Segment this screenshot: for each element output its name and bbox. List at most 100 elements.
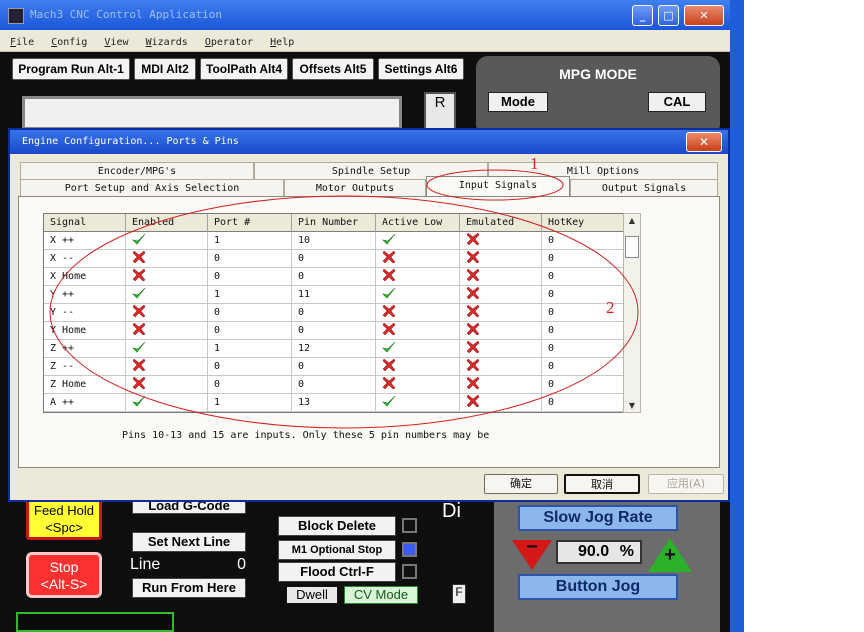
table-row[interactable]: X ++ 1 10 0: [44, 232, 624, 250]
cell-hotkey: 0: [542, 322, 624, 340]
jog-percent-field[interactable]: 90.0 %: [556, 540, 642, 564]
ok-button[interactable]: 确定: [484, 474, 558, 494]
table-row[interactable]: Z Home 0 0 0: [44, 376, 624, 394]
scroll-thumb[interactable]: [625, 236, 639, 258]
cell-enabled[interactable]: [126, 286, 208, 304]
cell-pin: 0: [292, 304, 376, 322]
input-signals-grid[interactable]: Signal Enabled Port # Pin Number Active …: [43, 213, 641, 413]
load-gcode-button[interactable]: Load G-Code: [132, 500, 246, 514]
tab-encoder-mpg[interactable]: Encoder/MPG's: [20, 162, 254, 179]
cell-enabled[interactable]: [126, 268, 208, 286]
cell-emulated[interactable]: [460, 268, 542, 286]
tab-motor-outputs[interactable]: Motor Outputs: [284, 179, 426, 196]
menu-config[interactable]: Config: [51, 32, 87, 54]
stop-button[interactable]: Stop <Alt-S>: [26, 552, 102, 598]
tab-output-signals[interactable]: Output Signals: [570, 179, 718, 196]
mpg-mode-button[interactable]: Mode: [488, 92, 548, 112]
cell-enabled[interactable]: [126, 304, 208, 322]
cell-enabled[interactable]: [126, 232, 208, 250]
settings-tab[interactable]: Settings Alt6: [378, 58, 464, 80]
cell-emulated[interactable]: [460, 340, 542, 358]
cell-emulated[interactable]: [460, 286, 542, 304]
cell-enabled[interactable]: [126, 358, 208, 376]
apply-button[interactable]: 应用(A): [648, 474, 724, 494]
cell-pin: 0: [292, 358, 376, 376]
table-row[interactable]: X -- 0 0 0: [44, 250, 624, 268]
table-row[interactable]: A ++ 1 13 0: [44, 394, 624, 412]
cell-emulated[interactable]: [460, 394, 542, 412]
cell-signal: Z Home: [44, 376, 126, 394]
cv-mode-indicator: CV Mode: [344, 586, 418, 604]
check-icon: [132, 341, 146, 353]
cell-enabled[interactable]: [126, 376, 208, 394]
jog-percent-unit: %: [619, 543, 634, 560]
table-row[interactable]: Y ++ 1 11 0: [44, 286, 624, 304]
scroll-down-icon[interactable]: ▼: [626, 401, 638, 410]
cell-emulated[interactable]: [460, 358, 542, 376]
cell-emulated[interactable]: [460, 322, 542, 340]
cell-signal: X --: [44, 250, 126, 268]
check-icon: [132, 395, 146, 407]
run-from-here-button[interactable]: Run From Here: [132, 578, 246, 598]
dialog-close-button[interactable]: ✕: [686, 132, 722, 152]
button-jog-label[interactable]: Button Jog: [518, 574, 678, 600]
menu-wizards[interactable]: Wizards: [146, 32, 188, 54]
minimize-button[interactable]: _: [632, 5, 653, 26]
mdi-tab[interactable]: MDI Alt2: [134, 58, 196, 80]
grid-scrollbar[interactable]: ▲ ▼: [623, 213, 641, 413]
cell-enabled[interactable]: [126, 250, 208, 268]
cell-active-low[interactable]: [376, 286, 460, 304]
set-next-line-button[interactable]: Set Next Line: [132, 532, 246, 552]
tab-port-setup[interactable]: Port Setup and Axis Selection: [20, 179, 284, 196]
mpg-cal-button[interactable]: CAL: [648, 92, 706, 112]
cell-emulated[interactable]: [460, 376, 542, 394]
cell-active-low[interactable]: [376, 250, 460, 268]
plus-icon: +: [664, 544, 676, 566]
cell-active-low[interactable]: [376, 268, 460, 286]
cell-signal: Y --: [44, 304, 126, 322]
cross-icon: [466, 250, 480, 264]
menu-operator[interactable]: Operator: [205, 32, 253, 54]
tab-input-signals[interactable]: Input Signals: [426, 176, 570, 196]
cell-active-low[interactable]: [376, 322, 460, 340]
m1-optional-stop-button[interactable]: M1 Optional Stop: [278, 540, 396, 560]
cell-enabled[interactable]: [126, 340, 208, 358]
maximize-button[interactable]: □: [658, 5, 679, 26]
offsets-tab[interactable]: Offsets Alt5: [292, 58, 374, 80]
cell-emulated[interactable]: [460, 304, 542, 322]
cell-emulated[interactable]: [460, 250, 542, 268]
cell-active-low[interactable]: [376, 304, 460, 322]
feed-hold-button[interactable]: Feed Hold <Spc>: [26, 496, 102, 540]
cell-enabled[interactable]: [126, 394, 208, 412]
cell-active-low[interactable]: [376, 358, 460, 376]
scroll-up-icon[interactable]: ▲: [626, 216, 638, 225]
toolpath-tab[interactable]: ToolPath Alt4: [200, 58, 288, 80]
cross-icon: [132, 376, 146, 390]
ref-button[interactable]: R: [424, 92, 456, 130]
table-row[interactable]: Z -- 0 0 0: [44, 358, 624, 376]
menu-bar: File Config View Wizards Operator Help: [0, 30, 730, 52]
menu-file[interactable]: File: [10, 32, 34, 54]
program-run-tab[interactable]: Program Run Alt-1: [12, 58, 130, 80]
cancel-button[interactable]: 取消: [564, 474, 640, 494]
block-delete-button[interactable]: Block Delete: [278, 516, 396, 536]
menu-help[interactable]: Help: [270, 32, 294, 54]
cell-hotkey: 0: [542, 250, 624, 268]
m1-optional-stop-led: [402, 542, 417, 557]
flood-button[interactable]: Flood Ctrl-F: [278, 562, 396, 582]
table-row[interactable]: Y -- 0 0 0: [44, 304, 624, 322]
cell-enabled[interactable]: [126, 322, 208, 340]
table-row[interactable]: X Home 0 0 0: [44, 268, 624, 286]
close-button[interactable]: ✕: [684, 5, 724, 26]
dwell-indicator: Dwell: [286, 586, 338, 604]
cell-active-low[interactable]: [376, 394, 460, 412]
table-row[interactable]: Y Home 0 0 0: [44, 322, 624, 340]
mach3-app-icon: [8, 8, 24, 24]
cell-active-low[interactable]: [376, 376, 460, 394]
col-active-low: Active Low: [376, 214, 460, 232]
table-row[interactable]: Z ++ 1 12 0: [44, 340, 624, 358]
cell-active-low[interactable]: [376, 340, 460, 358]
cell-active-low[interactable]: [376, 232, 460, 250]
menu-view[interactable]: View: [104, 32, 128, 54]
cell-emulated[interactable]: [460, 232, 542, 250]
